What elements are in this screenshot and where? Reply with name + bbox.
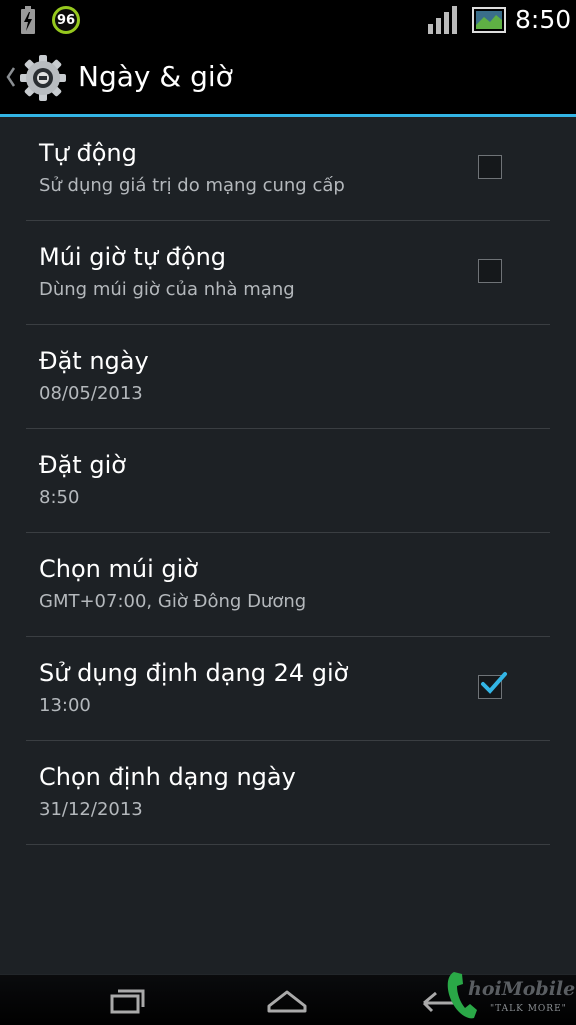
up-navigation-icon[interactable]	[6, 66, 16, 88]
setting-title: Chọn múi giờ	[39, 555, 198, 583]
settings-list: Tự động Sử dụng giá trị do mạng cung cấp…	[26, 117, 550, 845]
24-hour-format-checkbox[interactable]	[478, 672, 507, 699]
setting-summary: 13:00	[39, 695, 91, 716]
setting-title: Đặt ngày	[39, 347, 149, 375]
setting-title: Sử dụng định dạng 24 giờ	[39, 659, 349, 687]
setting-summary: GMT+07:00, Giờ Đông Dương	[39, 591, 307, 612]
setting-24-hour-format[interactable]: Sử dụng định dạng 24 giờ 13:00	[26, 637, 550, 741]
status-bar: 96 8:50	[0, 0, 576, 40]
battery-level-badge: 96	[52, 6, 80, 34]
setting-auto-timezone[interactable]: Múi giờ tự động Dùng múi giờ của nhà mạn…	[26, 221, 550, 325]
watermark-name: hoiMobile	[468, 978, 576, 1000]
setting-title: Múi giờ tự động	[39, 243, 227, 271]
gear-icon[interactable]	[18, 53, 68, 103]
clock: 8:50	[515, 5, 572, 34]
setting-set-time[interactable]: Đặt giờ 8:50	[26, 429, 550, 533]
screenshot-notification-icon	[472, 7, 506, 33]
setting-summary: 31/12/2013	[39, 799, 143, 820]
signal-strength-icon	[428, 6, 457, 34]
setting-summary: Dùng múi giờ của nhà mạng	[39, 279, 295, 300]
setting-date-format[interactable]: Chọn định dạng ngày 31/12/2013	[26, 741, 550, 845]
setting-summary: Sử dụng giá trị do mạng cung cấp	[39, 175, 345, 196]
page-title: Ngày & giờ	[78, 60, 233, 93]
checkmark-icon	[481, 672, 507, 694]
setting-auto-datetime[interactable]: Tự động Sử dụng giá trị do mạng cung cấp	[26, 117, 550, 221]
auto-datetime-checkbox[interactable]	[478, 155, 502, 179]
home-icon[interactable]	[266, 987, 308, 1015]
setting-summary: 08/05/2013	[39, 383, 143, 404]
setting-title: Đặt giờ	[39, 451, 126, 479]
watermark-tagline: "TALK MORE"	[490, 1004, 567, 1014]
battery-charging-icon	[21, 6, 35, 34]
setting-set-date[interactable]: Đặt ngày 08/05/2013	[26, 325, 550, 429]
watermark: hoiMobile "TALK MORE"	[444, 968, 576, 1024]
setting-select-timezone[interactable]: Chọn múi giờ GMT+07:00, Giờ Đông Dương	[26, 533, 550, 637]
auto-timezone-checkbox[interactable]	[478, 259, 502, 283]
setting-title: Chọn định dạng ngày	[39, 763, 296, 791]
action-bar: Ngày & giờ	[0, 40, 576, 117]
recent-apps-icon[interactable]	[110, 987, 146, 1015]
setting-summary: 8:50	[39, 487, 80, 508]
setting-title: Tự động	[39, 139, 137, 167]
